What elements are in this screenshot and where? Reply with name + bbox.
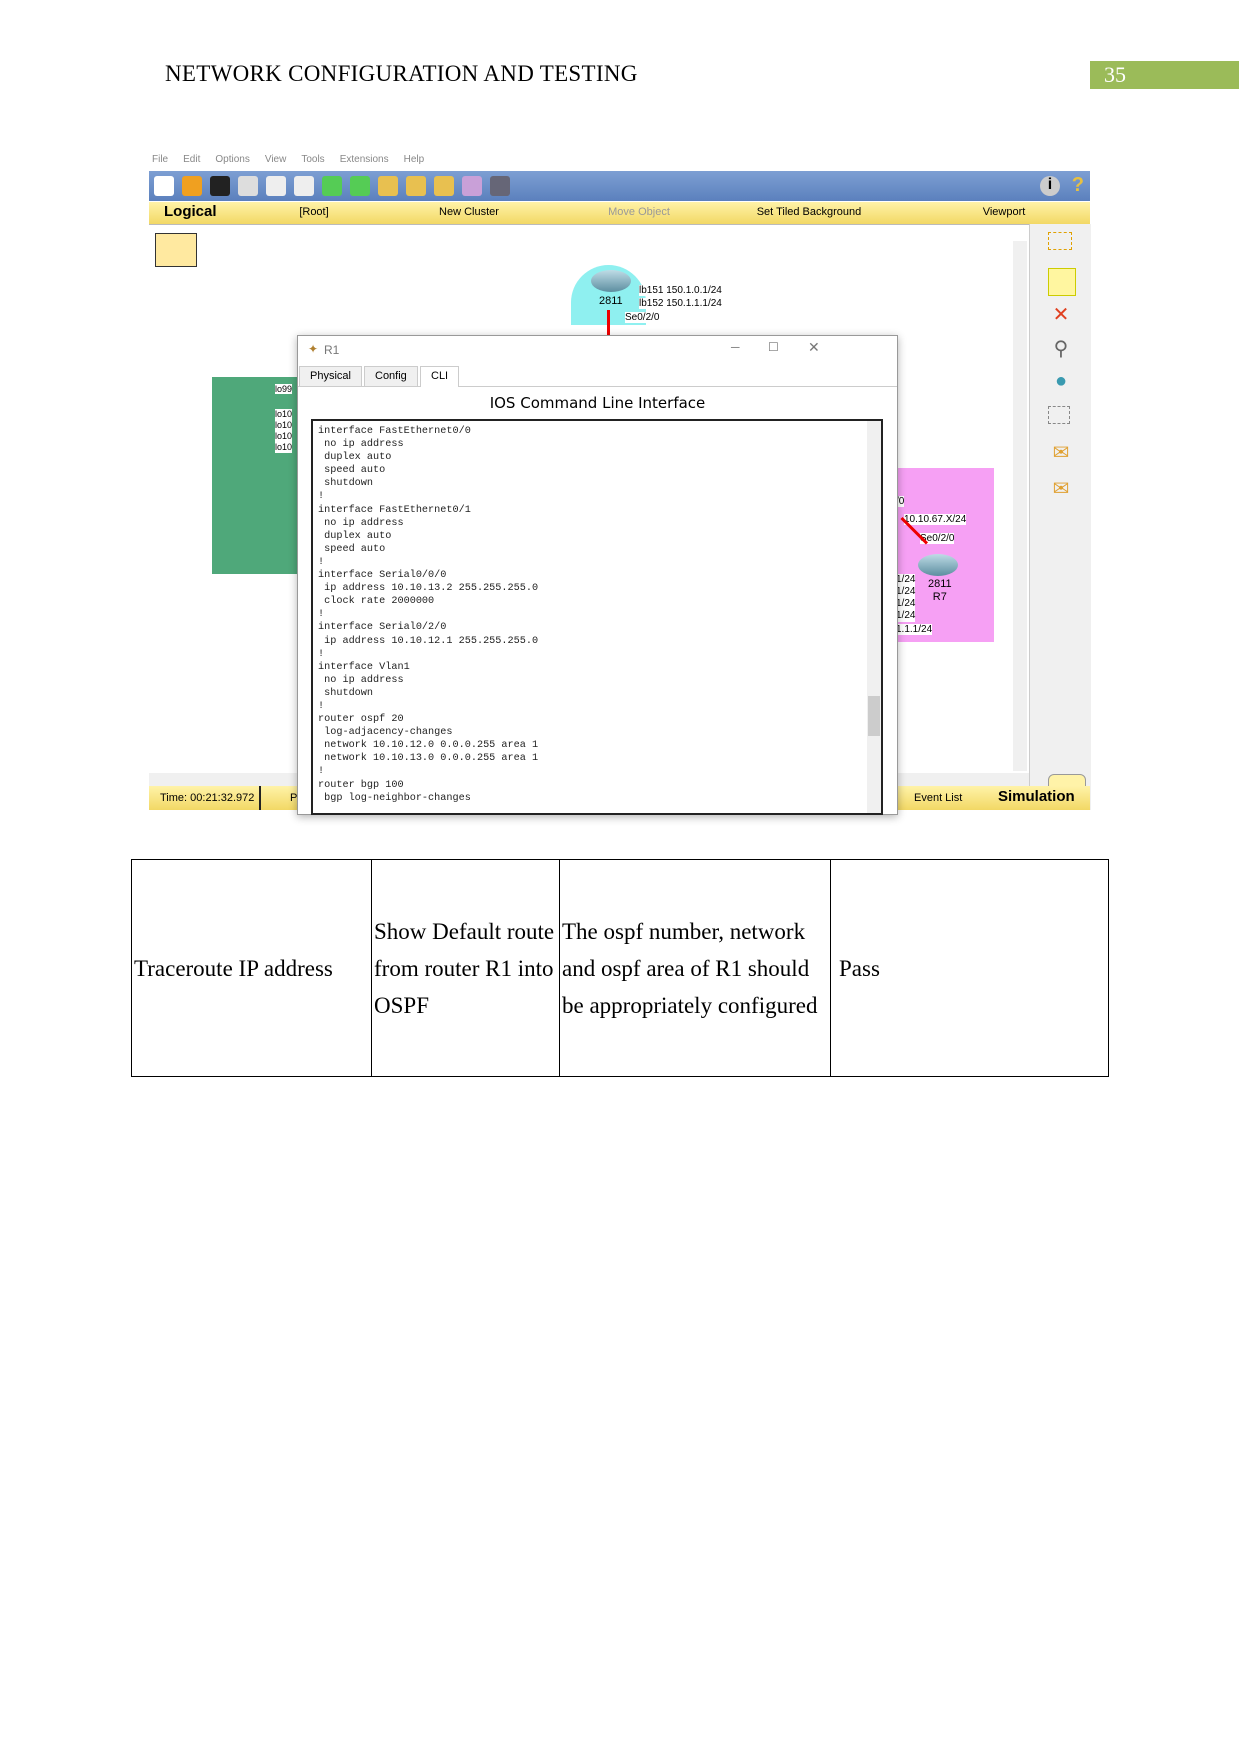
green-area: lo99 lo10 lo10 lo10 lo10 — [212, 377, 297, 574]
menu-view[interactable]: View — [265, 154, 287, 165]
table-cell: Pass — [830, 859, 1109, 1077]
divider — [259, 786, 261, 810]
simulation-tab[interactable]: Simulation — [998, 788, 1075, 805]
zoom-in-icon[interactable] — [378, 176, 398, 196]
open-folder-icon[interactable] — [182, 176, 202, 196]
maximize-button[interactable]: ☐ — [768, 340, 779, 354]
pink-area: /0 10.10.67.X/24 Se0/2/0 1/24 1/24 1/24 1/2… — [896, 468, 994, 642]
new-file-icon[interactable] — [154, 176, 174, 196]
loopback-labels: lo10 lo10 lo10 lo10 — [275, 409, 293, 453]
save-icon[interactable] — [210, 176, 230, 196]
menu-edit[interactable]: Edit — [183, 154, 200, 165]
device-icon[interactable] — [490, 176, 510, 196]
packet-tracer-screenshot: File Edit Options View Tools Extensions Help i… — [149, 154, 1091, 815]
time-display: Time: 00:21:32.972 — [160, 792, 255, 804]
info-icon[interactable]: i — [1040, 176, 1060, 196]
add-simple-pdu-icon[interactable]: ✉ — [1048, 440, 1074, 466]
loopback-label: lb151 150.1.0.1/24 — [639, 285, 722, 296]
zoom-reset-icon[interactable] — [406, 176, 426, 196]
zoom-out-icon[interactable] — [434, 176, 454, 196]
loopback-label: lo99 — [275, 384, 293, 394]
new-cluster-button[interactable]: New Cluster — [384, 206, 554, 218]
ip-fragments: 1/24 1/24 1/24 1/24 — [896, 574, 916, 622]
running-header: NETWORK CONFIGURATION AND TESTING — [165, 61, 638, 86]
paste-icon[interactable] — [294, 176, 314, 196]
move-object-button[interactable]: Move Object — [554, 206, 724, 218]
close-button[interactable]: ✕ — [808, 339, 820, 356]
page-number: 35 — [1090, 61, 1239, 89]
select-icon[interactable] — [1048, 232, 1072, 250]
router-icon[interactable] — [591, 270, 631, 292]
network-label: 10.10.67.X/24 — [904, 514, 967, 525]
copy-icon[interactable] — [266, 176, 286, 196]
dialog-title: R1 — [324, 343, 340, 357]
router-icon: ✦ — [308, 342, 319, 356]
ip-label: 1.1.1/24 — [896, 624, 933, 635]
router-dialog: ✦ R1 ─ ☐ ✕ Physical Config CLI IOS Comma… — [297, 335, 898, 815]
router-r7-label: 2811 R7 — [928, 578, 952, 603]
cli-output: interface FastEthernet0/0 no ip address … — [318, 426, 539, 804]
dialog-title-bar: ✦ R1 ─ ☐ ✕ — [298, 336, 897, 364]
dialog-tabs: Physical Config CLI — [298, 366, 897, 387]
cli-heading: IOS Command Line Interface — [489, 394, 706, 412]
minimize-button[interactable]: ─ — [731, 340, 740, 354]
viewport-button[interactable]: Viewport — [929, 206, 1079, 218]
tab-cli[interactable]: CLI — [420, 366, 460, 387]
menu-extensions[interactable]: Extensions — [340, 154, 389, 165]
resize-shape-icon[interactable] — [1048, 406, 1070, 424]
tab-physical[interactable]: Physical — [299, 366, 362, 386]
router-model: 2811 — [599, 295, 623, 307]
tab-config[interactable]: Config — [364, 366, 418, 386]
inspect-icon[interactable]: ⚲ — [1048, 336, 1074, 362]
logical-tab[interactable]: Logical — [164, 203, 217, 220]
table-row: Traceroute IP address Show Default route… — [131, 859, 1109, 1077]
menu-tools[interactable]: Tools — [301, 154, 324, 165]
toolbar: i ? — [149, 171, 1090, 201]
table-cell: Traceroute IP address — [131, 859, 372, 1077]
document-page: NETWORK CONFIGURATION AND TESTING 35 Fil… — [0, 0, 1241, 1754]
cluster-icon[interactable] — [155, 233, 197, 267]
menu-help[interactable]: Help — [404, 154, 425, 165]
workspace-bar: Logical [Root] New Cluster Move Object S… — [149, 202, 1090, 224]
table-cell: Show Default route from router R1 into O… — [371, 859, 560, 1077]
redo-icon[interactable] — [350, 176, 370, 196]
table-cell: The ospf number, network and ospf area o… — [559, 859, 831, 1077]
vertical-scrollbar[interactable] — [1013, 241, 1027, 771]
note-icon[interactable] — [1048, 268, 1076, 296]
add-complex-pdu-icon[interactable]: ✉ — [1048, 476, 1074, 502]
router-r7-icon[interactable] — [918, 554, 958, 576]
root-button[interactable]: [Root] — [249, 206, 379, 218]
menu-bar: File Edit Options View Tools Extensions Help — [149, 154, 1090, 170]
palette-icon[interactable] — [462, 176, 482, 196]
delete-icon[interactable]: ✕ — [1048, 302, 1074, 328]
event-list-button[interactable]: Event List — [914, 792, 962, 804]
menu-file[interactable]: File — [152, 154, 168, 165]
cli-scrollbar[interactable] — [867, 421, 881, 813]
cli-console[interactable]: interface FastEthernet0/0 no ip address … — [311, 419, 883, 815]
undo-icon[interactable] — [322, 176, 342, 196]
right-tool-panel: ✕ ⚲ ● ✉ ✉ — [1029, 224, 1091, 810]
link-line — [607, 310, 610, 336]
port-label: Se0/2/0 — [625, 312, 660, 323]
test-case-table: Traceroute IP address Show Default route… — [131, 859, 1109, 1077]
menu-options[interactable]: Options — [215, 154, 249, 165]
help-icon[interactable]: ? — [1072, 174, 1084, 197]
print-icon[interactable] — [238, 176, 258, 196]
set-tiled-background-button[interactable]: Set Tiled Background — [724, 206, 894, 218]
draw-shape-icon[interactable]: ● — [1048, 370, 1074, 396]
loopback-label: lb152 150.1.1.1/24 — [639, 298, 722, 309]
